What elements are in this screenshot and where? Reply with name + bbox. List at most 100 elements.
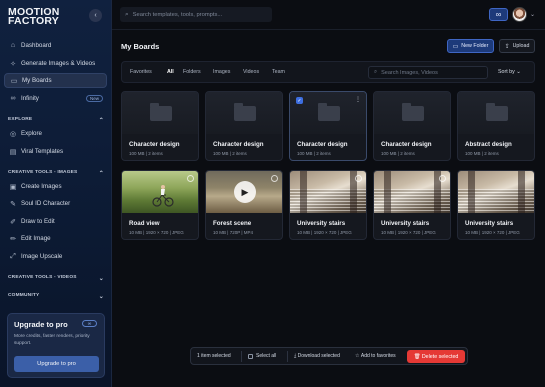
- global-search-input[interactable]: ⌕ Search templates, tools, prompts...: [120, 7, 272, 22]
- sort-dropdown[interactable]: Sort by ⌄: [498, 69, 521, 75]
- upload-icon: ⇪: [504, 43, 510, 50]
- sparkle-icon: ✧: [10, 60, 16, 68]
- sidebar-item-label: Draw to Edit: [21, 218, 55, 225]
- folder-icon: [486, 103, 508, 121]
- search-icon: ⌕: [374, 69, 378, 75]
- media-card[interactable]: Road view 10 MB | 1920 × 720 | JPEG: [121, 170, 199, 240]
- folder-card[interactable]: Character design 100 MB | 2 items: [121, 91, 199, 161]
- sidebar-item-dashboard[interactable]: ⌂ Dashboard: [4, 38, 107, 53]
- sidebar-item-generate[interactable]: ✧ Generate Images & Videos: [4, 56, 107, 71]
- folder-name: Character design: [213, 141, 264, 148]
- sidebar-item-my-boards[interactable]: ▭ My Boards: [4, 73, 107, 88]
- section-label: CREATIVE TOOLS - VIDEOS: [8, 275, 77, 280]
- filter-team[interactable]: Team: [272, 69, 285, 75]
- more-options-icon[interactable]: ⋮: [523, 175, 529, 182]
- home-icon: ⌂: [10, 42, 16, 49]
- folder-meta: 100 MB | 2 items: [297, 151, 331, 156]
- select-all-checkbox[interactable]: Select all: [248, 353, 276, 359]
- collapse-sidebar-button[interactable]: ‹: [89, 9, 102, 22]
- upload-button[interactable]: ⇪ Upload: [499, 39, 535, 53]
- creative-images-section-toggle[interactable]: CREATIVE TOOLS - IMAGES ⌃: [8, 170, 104, 177]
- folder-meta: 100 MB | 2 items: [465, 151, 499, 156]
- media-meta: 10 MB | 1920 × 720 | JPEG: [381, 230, 436, 235]
- media-card[interactable]: University stairs 10 MB | 1920 × 720 | J…: [373, 170, 451, 240]
- folder-meta: 100 MB | 2 items: [213, 151, 247, 156]
- upgrade-button[interactable]: Upgrade to pro: [14, 356, 99, 372]
- chevron-down-icon: ⌄: [98, 276, 104, 282]
- sidebar-item-label: Soul ID Character: [21, 200, 71, 207]
- more-options-icon[interactable]: ⋮: [355, 96, 361, 103]
- media-meta: 10 MB | 720P | MP4: [213, 230, 254, 235]
- infinity-button[interactable]: ∞: [489, 8, 508, 21]
- download-selected-button[interactable]: ⤓ Download selected: [294, 353, 340, 359]
- explore-section-toggle[interactable]: EXPLORE ⌃: [8, 117, 104, 124]
- chevron-down-icon[interactable]: ⌄: [530, 11, 535, 18]
- sidebar-item-label: Infinity: [21, 95, 39, 102]
- chevron-up-icon: ⌃: [98, 171, 104, 177]
- folder-icon: [150, 103, 172, 121]
- sidebar-item-create-images[interactable]: ▣ Create Images: [4, 179, 107, 194]
- avatar[interactable]: [512, 7, 527, 22]
- infinity-icon: ∞: [82, 320, 97, 327]
- media-card[interactable]: University stairs 10 MB | 1920 × 720 | J…: [289, 170, 367, 240]
- sidebar-item-edit-image[interactable]: ✏ Edit Image: [4, 231, 107, 246]
- delete-selected-button[interactable]: 🗑 Delete selected: [407, 350, 465, 363]
- folder-name: Abstract design: [465, 141, 512, 148]
- filter-images[interactable]: Images: [213, 69, 230, 75]
- media-meta: 10 MB | 1920 × 720 | JPEG: [129, 230, 184, 235]
- select-circle-icon[interactable]: [271, 175, 278, 182]
- new-folder-button[interactable]: ▭ New Folder: [447, 39, 494, 53]
- folder-icon: [318, 103, 340, 121]
- filter-videos[interactable]: Videos: [243, 69, 259, 75]
- folder-card[interactable]: Abstract design 100 MB | 2 items: [457, 91, 535, 161]
- sort-label: Sort by: [498, 69, 515, 75]
- folder-card[interactable]: Character design 100 MB | 2 items: [205, 91, 283, 161]
- sidebar-item-soul-id[interactable]: ✎ Soul ID Character: [4, 196, 107, 211]
- community-section-toggle[interactable]: COMMUNITY ⌄: [8, 293, 104, 300]
- media-card[interactable]: ⋮ University stairs 10 MB | 1920 × 720 |…: [457, 170, 535, 240]
- sidebar-item-infinity[interactable]: ∞ Infinity New: [4, 91, 107, 106]
- select-circle-icon[interactable]: [439, 175, 446, 182]
- chevron-down-icon: ⌄: [98, 294, 104, 300]
- media-meta: 10 MB | 1920 × 720 | JPEG: [297, 230, 352, 235]
- add-to-favorites-button[interactable]: ☆ Add to favorites: [355, 353, 396, 359]
- sidebar-item-viral-templates[interactable]: ▤ Viral Templates: [4, 144, 107, 159]
- folder-icon: ▭: [10, 77, 18, 85]
- filter-folders[interactable]: Folders: [183, 69, 201, 75]
- folder-thumbnail: [374, 92, 450, 134]
- media-name: Road view: [129, 220, 160, 227]
- filter-favorites[interactable]: Favorites: [130, 69, 152, 75]
- search-placeholder: Search templates, tools, prompts...: [132, 11, 223, 18]
- wand-icon: ✎: [10, 200, 16, 208]
- sidebar-item-draw-to-edit[interactable]: ✐ Draw to Edit: [4, 214, 107, 229]
- select-circle-icon[interactable]: [187, 175, 194, 182]
- upgrade-card: Upgrade to pro ∞ More credits, faster re…: [7, 313, 105, 378]
- sidebar-item-label: Create Images: [21, 183, 62, 190]
- new-badge: New: [85, 95, 103, 102]
- app-logo[interactable]: MOOTION FACTORY: [8, 7, 78, 27]
- selection-action-bar: 1 item selected Select all ⤓ Download se…: [190, 347, 468, 365]
- sidebar-item-explore[interactable]: ◎ Explore: [4, 126, 107, 141]
- media-name: University stairs: [465, 220, 514, 227]
- select-circle-icon[interactable]: [355, 175, 362, 182]
- selected-checkbox[interactable]: ✓: [296, 97, 303, 104]
- sidebar-item-image-upscale[interactable]: ⤢ Image Upscale: [4, 249, 107, 264]
- section-label: EXPLORE: [8, 117, 33, 122]
- upload-label: Upload: [512, 43, 530, 49]
- media-meta: 10 MB | 1920 × 720 | JPEG: [465, 230, 520, 235]
- folder-name: Character design: [129, 141, 180, 148]
- upgrade-description: More credits, faster renders, priority s…: [14, 334, 90, 346]
- folder-card[interactable]: Character design 100 MB | 2 items: [373, 91, 451, 161]
- media-search-input[interactable]: ⌕ Search Images, Videos: [368, 66, 488, 79]
- folder-card[interactable]: ✓ ⋮ Character design 100 MB | 2 items: [289, 91, 367, 161]
- play-icon[interactable]: ▶: [234, 181, 256, 203]
- creative-videos-section-toggle[interactable]: CREATIVE TOOLS - VIDEOS ⌄: [8, 275, 104, 282]
- page-title: My Boards: [121, 42, 160, 51]
- infinity-icon: ∞: [10, 95, 16, 102]
- search-icon: ⌕: [125, 10, 129, 18]
- media-card[interactable]: ▶ Forest scene 10 MB | 720P | MP4: [205, 170, 283, 240]
- favorites-label: Add to favorites: [360, 353, 396, 359]
- folder-icon: [402, 103, 424, 121]
- compass-icon: ◎: [9, 130, 17, 138]
- filter-all[interactable]: All: [167, 69, 174, 75]
